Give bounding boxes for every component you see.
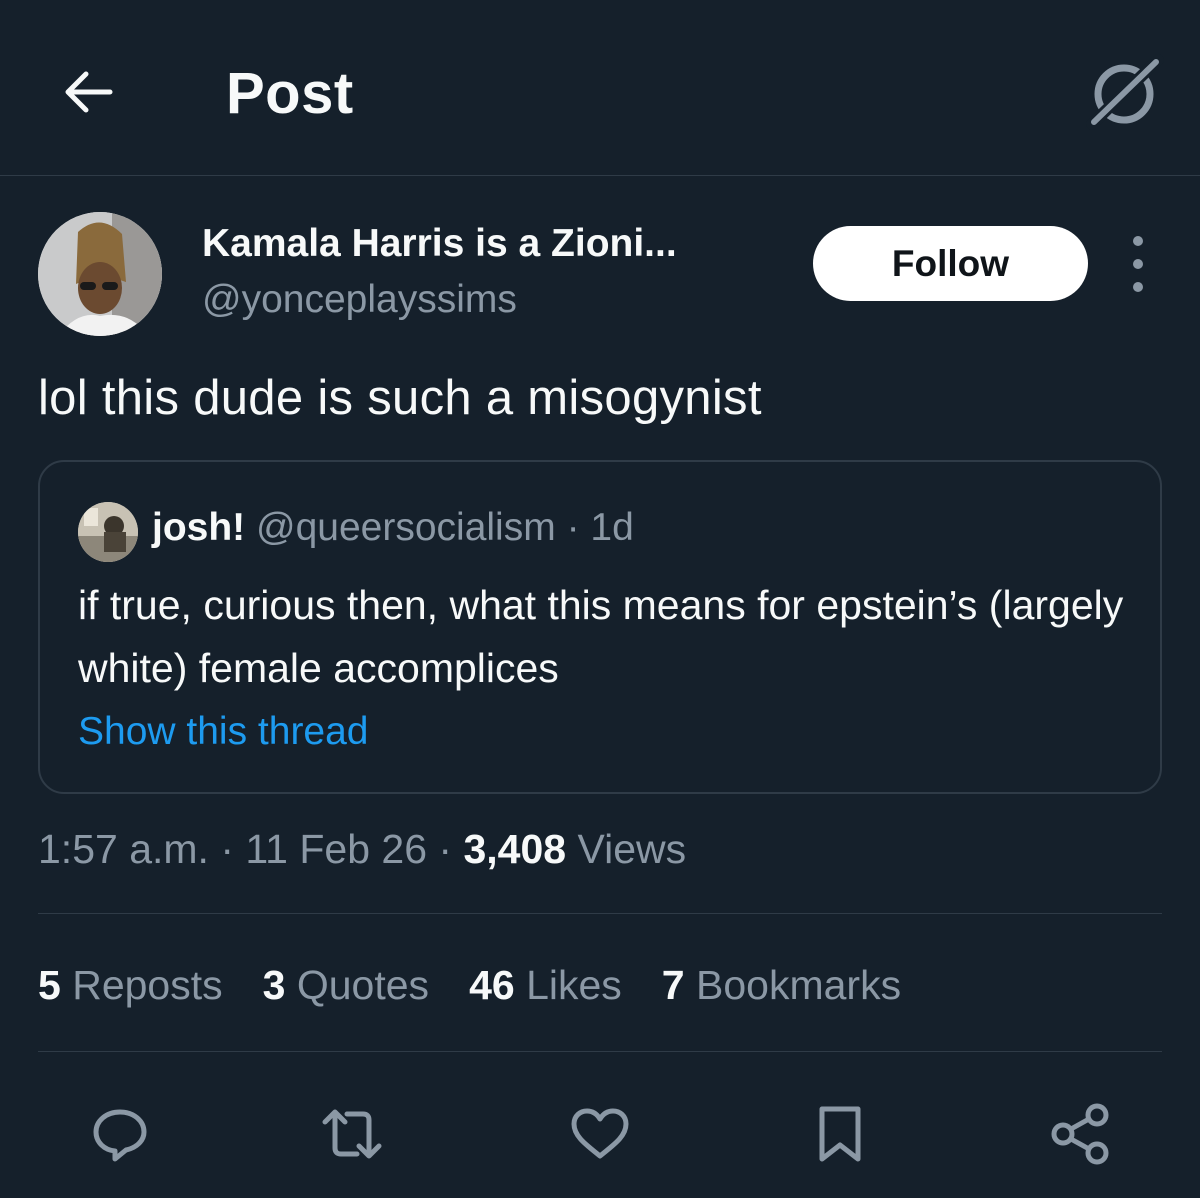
repost-button[interactable] [316,1098,388,1170]
more-dot-icon [1133,236,1143,246]
show-thread-link[interactable]: Show this thread [78,710,369,754]
post-meta: 1:57 a.m. · 11 Feb 26 · 3,408 Views [38,826,686,873]
reposts-stat[interactable]: 5 Reposts [38,962,223,1009]
stat-count: 7 [661,962,685,1008]
quotes-stat[interactable]: 3 Quotes [263,962,429,1009]
engagement-stats: 5 Reposts 3 Quotes 46 Likes 7 Bookmarks [38,962,901,1009]
bookmark-icon [819,1106,861,1162]
separator-dot: · [438,826,453,872]
quote-author-name[interactable]: josh! [152,506,245,549]
back-button[interactable] [56,60,120,124]
stat-count: 3 [262,962,286,1008]
separator-dot: · [566,506,580,549]
post-text: lol this dude is such a misogynist [38,371,762,425]
action-bar [0,1090,1200,1170]
page-title: Post [226,61,354,126]
share-button[interactable] [1044,1098,1116,1170]
stat-label: Bookmarks [696,962,902,1008]
more-dot-icon [1133,282,1143,292]
stat-count: 5 [38,962,61,1008]
bookmark-button[interactable] [804,1098,876,1170]
grok-button[interactable] [1082,52,1166,136]
divider [38,1051,1162,1052]
quote-avatar[interactable] [78,502,138,562]
quote-timestamp: 1d [590,506,634,549]
quote-author-handle[interactable]: @queersocialism [256,506,556,549]
author-avatar[interactable] [38,212,162,336]
stat-count: 46 [469,962,515,1008]
follow-button[interactable]: Follow [813,226,1088,301]
repost-icon [322,1109,382,1159]
separator-dot: · [220,826,234,872]
quote-text: if true, curious then, what this means f… [78,582,1124,691]
likes-stat[interactable]: 46 Likes [469,962,622,1009]
reply-icon [93,1109,147,1162]
quoted-post[interactable]: josh! @queersocialism · 1d if true, curi… [38,460,1162,794]
grok-icon [1086,54,1164,130]
views-count: 3,408 [463,826,567,872]
like-icon [571,1108,629,1159]
bookmarks-stat[interactable]: 7 Bookmarks [662,962,901,1009]
share-icon [1051,1103,1109,1165]
quote-header: josh! @queersocialism · 1d [152,506,634,550]
stat-label: Likes [526,962,622,1008]
quote-avatar-photo [78,502,138,562]
top-bar: Post [0,0,1200,176]
more-options-button[interactable] [1118,236,1158,292]
stat-label: Reposts [72,962,223,1008]
author-handle[interactable]: @yonceplayssims [202,278,517,322]
avatar-photo [38,212,162,336]
views-label: Views [577,826,687,872]
author-name[interactable]: Kamala Harris is a Zioni... [202,222,677,266]
stat-label: Quotes [296,962,430,1008]
more-dot-icon [1133,259,1143,269]
arrow-left-icon [65,71,113,113]
divider [38,913,1162,914]
reply-button[interactable] [84,1098,156,1170]
post-time[interactable]: 1:57 a.m. [38,826,209,872]
like-button[interactable] [564,1098,636,1170]
post-date[interactable]: 11 Feb 26 [245,826,427,872]
